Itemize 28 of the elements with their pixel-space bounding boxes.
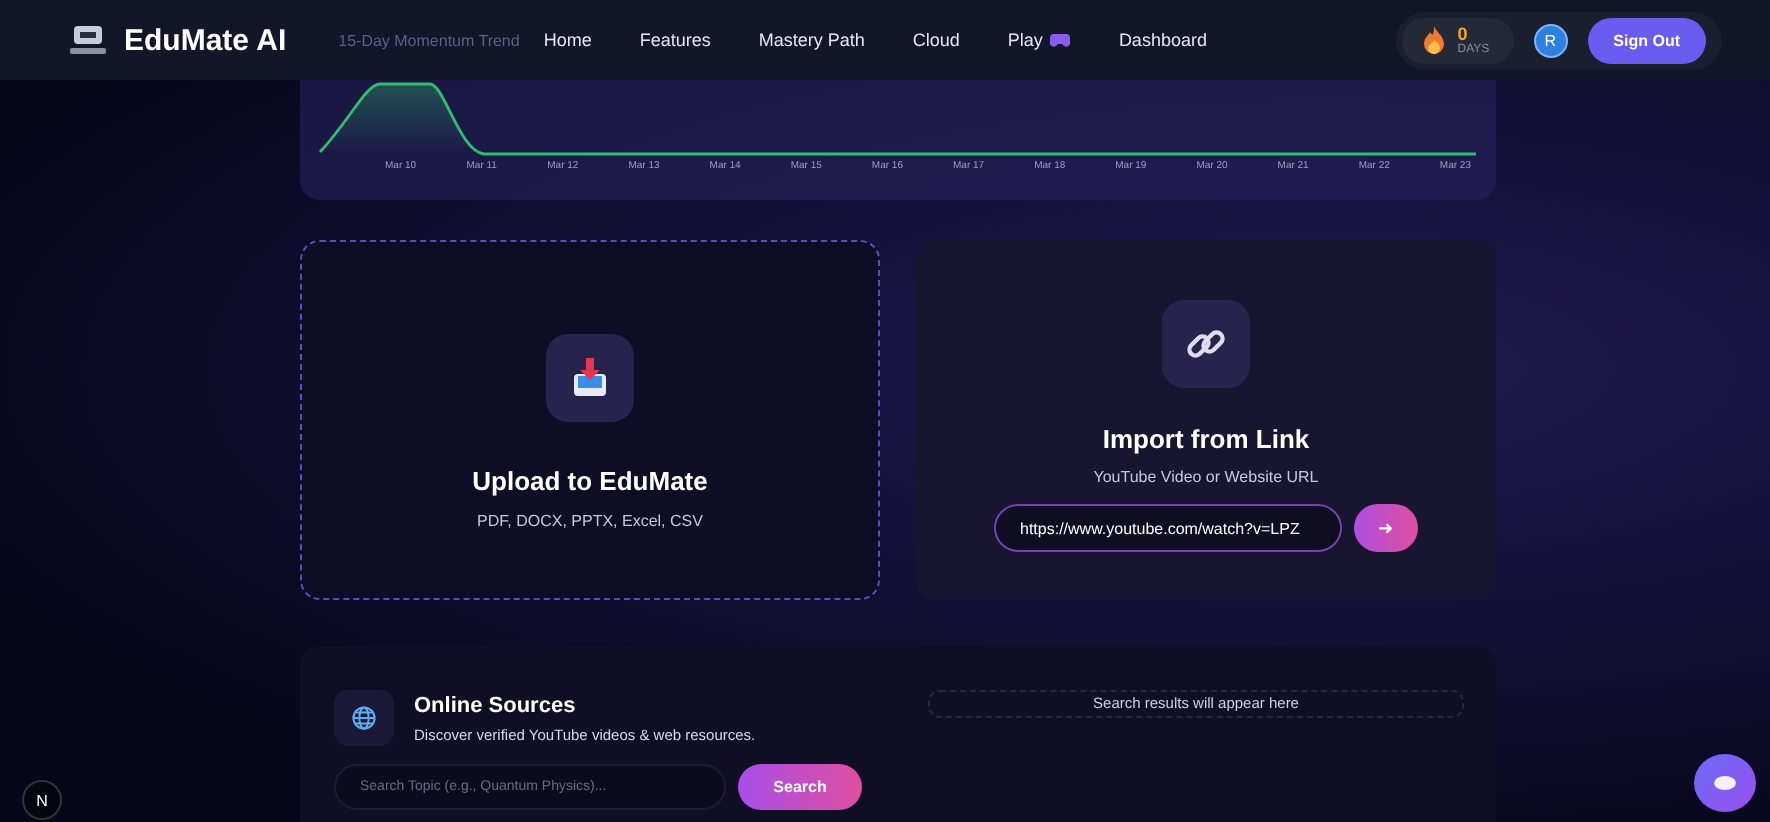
nav-link[interactable]: Home	[543, 30, 592, 50]
chat-bubble-icon	[1714, 776, 1736, 790]
upload-title: Upload to EduMate	[472, 466, 708, 496]
avatar[interactable]: R	[1533, 23, 1568, 57]
nav-link[interactable]: Dashboard	[1118, 30, 1207, 50]
upload-formats: PDF, DOCX, PPTX, Excel, CSV	[477, 512, 703, 530]
search-button[interactable]: Search	[738, 764, 862, 810]
globe-icon	[352, 706, 376, 730]
nav-link[interactable]: Cloud	[912, 30, 960, 50]
nav-link[interactable]: Mastery Path	[758, 30, 865, 50]
submit-button[interactable]: ➜	[1354, 504, 1418, 552]
sign-out-button[interactable]: Sign Out	[1587, 17, 1706, 63]
corner-badge[interactable]: N	[22, 780, 62, 820]
flame-icon	[1421, 26, 1446, 54]
section-title: Online Sources	[414, 694, 578, 718]
url-field[interactable]: https://www.youtube.com/watch?v=LPZ	[994, 504, 1342, 552]
logo-icon	[68, 22, 108, 58]
streak-count: 0	[1457, 25, 1468, 43]
brand-name: EduMate AI	[124, 23, 287, 57]
import-subtitle: YouTube Video or Website URL	[1093, 468, 1319, 486]
nav-link[interactable]: Play	[1007, 30, 1071, 50]
upload-dropzone[interactable]: Upload to EduMate PDF, DOCX, PPTX, Excel, CSV	[300, 240, 880, 600]
import-title: Import from Link	[1102, 424, 1310, 454]
nav-link[interactable]: Features	[639, 30, 711, 50]
chart-title: 15-Day Momentum Trend	[338, 31, 520, 49]
upload-tray-icon	[568, 356, 612, 400]
chat-button[interactable]	[1694, 754, 1756, 812]
gamepad-icon	[1050, 33, 1071, 47]
